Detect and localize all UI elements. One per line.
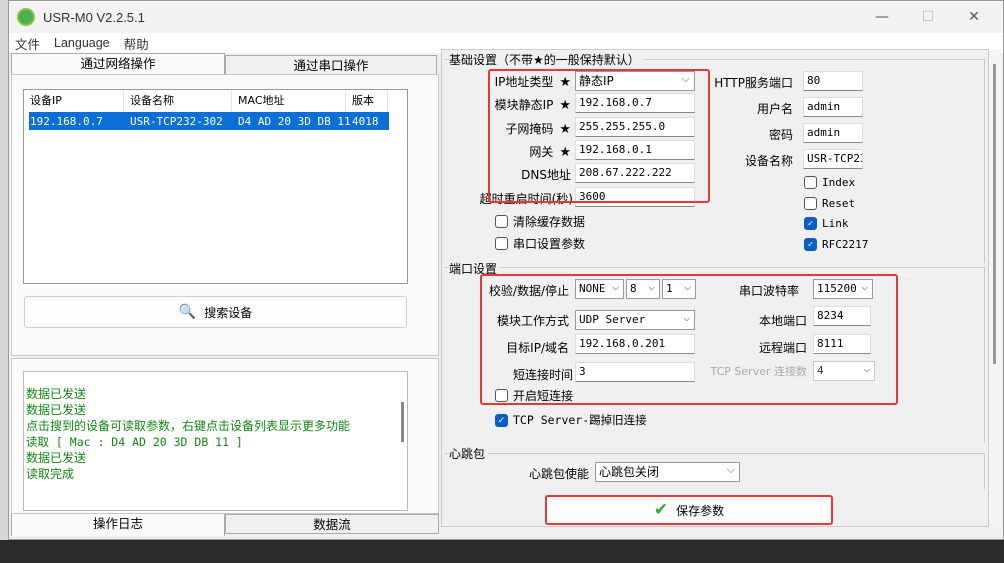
- password-label: 密码: [768, 128, 793, 142]
- log-scrollbar[interactable]: [401, 402, 404, 442]
- cell-name: USR-TCP232-302: [130, 114, 223, 128]
- cell-mac: D4 AD 20 3D DB 11: [238, 114, 351, 128]
- background-window: [0, 0, 8, 563]
- password-input[interactable]: admin: [803, 123, 863, 143]
- search-icon: 🔍: [178, 304, 197, 320]
- username-label: 用户名: [756, 102, 793, 116]
- log-line: 读取完成: [26, 467, 75, 481]
- cell-ip: 192.168.0.7: [30, 114, 103, 128]
- cell-version: 4018: [352, 114, 379, 128]
- minimize-button[interactable]: —: [859, 1, 905, 33]
- http-port-label: HTTP服务端口: [714, 76, 793, 90]
- highlight-port: [480, 274, 898, 405]
- basic-settings-title: 基础设置（不带★的一般保持默认）: [449, 51, 643, 68]
- close-button[interactable]: ✕: [951, 1, 997, 33]
- tab-network[interactable]: 通过网络操作: [11, 53, 225, 75]
- menu-file[interactable]: 文件: [15, 34, 40, 53]
- list-header: 设备IP 设备名称 MAC地址 版本: [24, 90, 407, 112]
- tab-serial[interactable]: 通过串口操作: [225, 55, 437, 75]
- search-device-button[interactable]: 🔍 搜索设备: [24, 296, 407, 328]
- heartbeat-enable-label: 心跳包使能: [528, 467, 589, 481]
- checkmark-icon: ✔: [653, 500, 669, 520]
- save-params-button[interactable]: ✔ 保存参数: [545, 495, 833, 525]
- rfc2217-checkbox[interactable]: ✓ RFC2217: [804, 238, 868, 251]
- heartbeat-title: 心跳包: [449, 445, 489, 462]
- settings-scrollbar[interactable]: [989, 49, 1001, 527]
- search-button-label: 搜索设备: [204, 305, 253, 320]
- title-bar: USR-M0 V2.2.5.1 — ☐ ✕: [9, 1, 1003, 33]
- menu-language[interactable]: Language: [54, 36, 110, 50]
- serial-params-checkbox[interactable]: 串口设置参数: [495, 235, 585, 252]
- window-title: USR-M0 V2.2.5.1: [43, 9, 145, 25]
- highlight-basic: [488, 69, 710, 203]
- table-row[interactable]: 192.168.0.7 USR-TCP232-302 D4 AD 20 3D D…: [29, 112, 389, 130]
- log-line: 点击搜到的设备可读取参数，右键点击设备列表显示更多功能: [26, 419, 351, 433]
- col-ip[interactable]: 设备IP: [24, 90, 124, 112]
- log-line: 数据已发送: [26, 451, 87, 465]
- col-name[interactable]: 设备名称: [124, 90, 232, 112]
- index-checkbox[interactable]: Index: [804, 176, 855, 189]
- app-logo-icon: [17, 8, 35, 26]
- save-button-label: 保存参数: [676, 503, 725, 518]
- clear-cache-checkbox[interactable]: 清除缓存数据: [495, 213, 585, 230]
- app-window: USR-M0 V2.2.5.1 — ☐ ✕ 文件 Language 帮助 通过网…: [8, 0, 1004, 540]
- log-line: 数据已发送: [26, 387, 87, 401]
- tab-operation-log[interactable]: 操作日志: [11, 514, 225, 536]
- device-name-label: 设备名称: [744, 154, 793, 168]
- log-line: 数据已发送: [26, 403, 87, 417]
- kick-old-connection-checkbox[interactable]: ✓ TCP Server-踢掉旧连接: [495, 412, 647, 428]
- device-name-input[interactable]: USR-TCP23: [803, 149, 863, 169]
- menu-help[interactable]: 帮助: [124, 34, 149, 53]
- col-version[interactable]: 版本: [346, 90, 388, 112]
- heartbeat-enable-select[interactable]: 心跳包关闭: [595, 461, 740, 482]
- log-line: 读取 [ Mac : D4 AD 20 3D DB 11 ]: [26, 435, 243, 449]
- device-list[interactable]: 设备IP 设备名称 MAC地址 版本 192.168.0.7 USR-TCP23…: [23, 89, 408, 284]
- link-checkbox[interactable]: ✓ Link: [804, 217, 849, 230]
- maximize-button[interactable]: ☐: [905, 1, 951, 33]
- operation-log: 数据已发送 数据已发送 点击搜到的设备可读取参数，右键点击设备列表显示更多功能 …: [23, 371, 408, 511]
- col-mac[interactable]: MAC地址: [232, 90, 346, 112]
- tab-data-stream[interactable]: 数据流: [225, 514, 439, 534]
- username-input[interactable]: admin: [803, 97, 863, 117]
- reset-checkbox[interactable]: Reset: [804, 197, 855, 210]
- background-taskbar: [0, 540, 1004, 563]
- http-port-input[interactable]: 80: [803, 71, 863, 91]
